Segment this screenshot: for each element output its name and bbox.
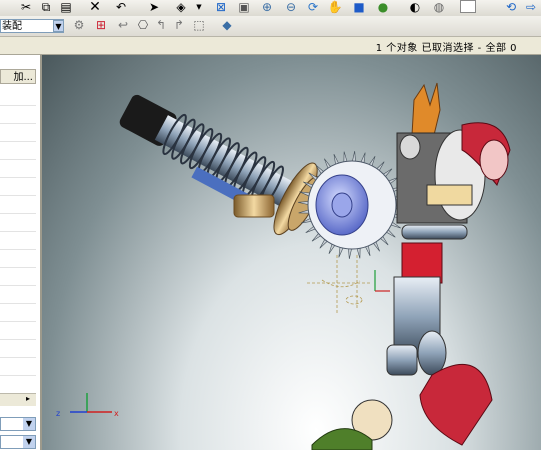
rotate-icon[interactable]: ⟳ bbox=[304, 0, 322, 15]
list-row bbox=[0, 285, 36, 286]
zoom-window-icon[interactable]: ▣ bbox=[235, 0, 253, 15]
background-color-icon[interactable] bbox=[460, 0, 476, 13]
axis-label: x bbox=[114, 409, 119, 418]
list-row bbox=[0, 339, 36, 340]
fit-icon[interactable]: ⊠ bbox=[212, 0, 230, 15]
list-row bbox=[0, 159, 36, 160]
paste-icon[interactable]: ▤ bbox=[57, 0, 75, 15]
secondary-toolbar: 装配 ▼ ⚙ ⊞ ↩ ⎔ ↰ ↱ ⬚ ◆ bbox=[0, 16, 541, 37]
refresh-icon[interactable]: ⟲ bbox=[502, 0, 520, 15]
detail-combo[interactable]: ▼ bbox=[0, 417, 36, 431]
sketch-lines bbox=[307, 255, 372, 315]
dropdown-icon[interactable]: ▼ bbox=[190, 0, 208, 15]
list-row bbox=[0, 357, 36, 358]
status-bar: 1 个对象 已取消选择 - 全部 0 bbox=[0, 37, 541, 55]
graphics-window[interactable]: z x bbox=[42, 55, 541, 450]
list-row bbox=[0, 123, 36, 124]
main-toolbar: ✂ ⧉ ▤ ✕ ↶ ➤ ◈ ▼ ⊠ ▣ ⊕ ⊖ ⟳ ✋ ■ ● ◐ ◍ ⟲ ⇨ bbox=[0, 0, 541, 17]
navigator-header[interactable]: 加... bbox=[0, 69, 36, 84]
next-icon[interactable]: ⇨ bbox=[522, 0, 540, 15]
select-icon[interactable]: ⊞ bbox=[92, 18, 110, 33]
cut-icon[interactable]: ✂ bbox=[17, 0, 35, 15]
list-row bbox=[0, 195, 36, 196]
preview-combo[interactable]: ▼ bbox=[0, 435, 36, 449]
render-icon[interactable]: ● bbox=[374, 0, 392, 15]
undo-select-icon[interactable]: ↩ bbox=[114, 18, 132, 33]
undo-icon[interactable]: ↶ bbox=[112, 0, 130, 15]
list-row bbox=[0, 321, 36, 322]
axis-label: z bbox=[56, 409, 60, 418]
cube-icon[interactable]: ◆ bbox=[218, 18, 236, 33]
chevron-down-icon[interactable]: ▼ bbox=[53, 20, 64, 32]
spring-shaft[interactable] bbox=[107, 73, 331, 243]
coordinate-triad: z x bbox=[56, 393, 119, 418]
list-row bbox=[0, 375, 36, 376]
assembly-model[interactable]: z x bbox=[42, 55, 541, 450]
delete-icon[interactable]: ✕ bbox=[86, 0, 104, 15]
prev-view-icon[interactable]: ↰ bbox=[152, 18, 170, 33]
gear-train[interactable] bbox=[311, 82, 511, 450]
list-row bbox=[0, 141, 36, 142]
chevron-down-icon[interactable]: ▼ bbox=[23, 418, 35, 430]
selection-status: 1 个对象 已取消选择 - 全部 0 bbox=[375, 43, 517, 54]
light-icon[interactable]: ◐ bbox=[406, 0, 424, 15]
next-view-icon[interactable]: ↱ bbox=[170, 18, 188, 33]
list-row bbox=[0, 267, 36, 268]
box-select-icon[interactable]: ⬚ bbox=[190, 18, 208, 33]
filter-icon[interactable]: ⚙ bbox=[70, 18, 88, 33]
list-row bbox=[0, 177, 36, 178]
chevron-down-icon[interactable]: ▼ bbox=[23, 436, 35, 448]
zoom-icon[interactable]: ⊕ bbox=[258, 0, 276, 15]
part-navigator: 加... ▸ ▼ ▼ bbox=[0, 55, 42, 450]
pan-icon[interactable]: ✋ bbox=[326, 0, 344, 15]
list-row bbox=[0, 213, 36, 214]
list-row bbox=[0, 231, 36, 232]
list-row bbox=[0, 105, 36, 106]
select-filter-icon[interactable]: ◈ bbox=[172, 0, 190, 15]
rotate-view-icon[interactable]: ⎔ bbox=[134, 18, 152, 33]
list-row bbox=[0, 249, 36, 250]
copy-icon[interactable]: ⧉ bbox=[37, 0, 55, 15]
list-row bbox=[0, 303, 36, 304]
material-icon[interactable]: ◍ bbox=[430, 0, 448, 15]
zoom-out-icon[interactable]: ⊖ bbox=[282, 0, 300, 15]
shaded-view-icon[interactable]: ■ bbox=[350, 0, 368, 15]
bronze-block[interactable] bbox=[233, 194, 275, 218]
cursor-icon[interactable]: ➤ bbox=[145, 0, 163, 15]
scroll-right-icon[interactable]: ▸ bbox=[22, 394, 34, 404]
